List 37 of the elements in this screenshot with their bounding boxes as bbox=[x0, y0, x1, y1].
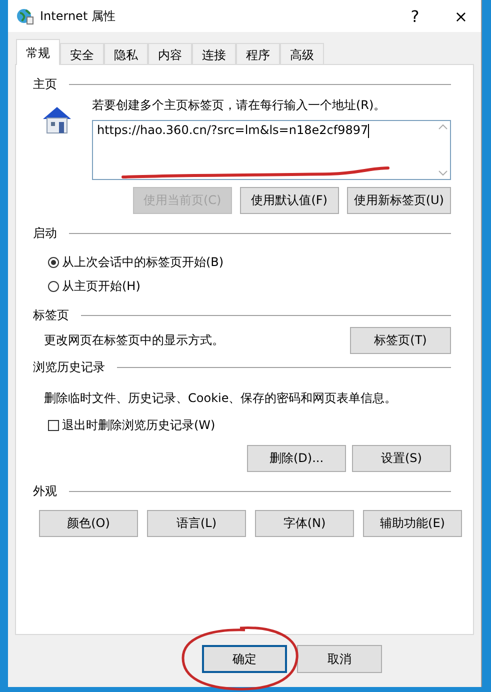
section-heading: 浏览历史记录 bbox=[33, 358, 105, 376]
section-heading: 标签页 bbox=[33, 306, 69, 324]
home-page-button[interactable]: 使用默认值(F) bbox=[240, 187, 339, 214]
startup-radio[interactable]: 从主页开始(H) bbox=[33, 274, 146, 298]
tab[interactable]: 连接 bbox=[192, 43, 236, 65]
instruction-text: 若要创建多个主页标签页，请在每行输入一个地址(R)。 bbox=[92, 97, 387, 114]
url-field[interactable]: https://hao.360.cn/?src=lm&ls=n18e2cf9897 bbox=[92, 120, 451, 180]
scroll-up-icon bbox=[438, 123, 448, 130]
description-text: 更改网页在标签页中的显示方式。 bbox=[44, 332, 224, 349]
tab[interactable]: 内容 bbox=[148, 43, 192, 65]
dialog-button[interactable]: 取消 bbox=[297, 645, 382, 673]
appearance-button[interactable]: 颜色(O) bbox=[39, 510, 138, 537]
tab[interactable]: 隐私 bbox=[104, 43, 148, 65]
section-heading: 启动 bbox=[33, 224, 57, 242]
tab[interactable]: 高级 bbox=[280, 43, 324, 65]
section-heading: 主页 bbox=[33, 76, 57, 92]
home-page-button[interactable]: 使用新标签页(U) bbox=[346, 187, 451, 214]
dialog-button[interactable]: 确定 bbox=[202, 645, 287, 673]
delete-on-exit-checkbox[interactable]: 退出时删除浏览历史记录(W) bbox=[33, 415, 222, 435]
appearance-button[interactable]: 辅助功能(E) bbox=[363, 510, 462, 537]
tab[interactable]: 程序 bbox=[236, 43, 280, 65]
startup-radio[interactable]: 从上次会话中的标签页开始(B) bbox=[33, 250, 230, 274]
section-heading: 外观 bbox=[33, 482, 57, 500]
close-button[interactable]: × bbox=[441, 2, 481, 30]
appearance-button[interactable]: 语言(L) bbox=[147, 510, 246, 537]
help-button[interactable]: ? bbox=[395, 2, 435, 30]
scroll-down-icon bbox=[438, 170, 448, 177]
tab[interactable]: 安全 bbox=[60, 43, 104, 65]
history-button[interactable]: 设置(S) bbox=[352, 445, 451, 472]
url-text: https://hao.360.cn/?src=lm&ls=n18e2cf9897 bbox=[97, 123, 368, 137]
tab[interactable]: 常规 bbox=[16, 39, 60, 65]
history-button[interactable]: 删除(D)... bbox=[247, 445, 346, 472]
appearance-button[interactable]: 字体(N) bbox=[255, 510, 354, 537]
description-text: 删除临时文件、历史记录、Cookie、保存的密码和网页表单信息。 bbox=[43, 390, 398, 407]
window-title: Internet 属性 bbox=[40, 8, 116, 24]
globe-icon bbox=[16, 7, 34, 25]
tabs-settings-button[interactable]: 标签页(T) bbox=[350, 327, 451, 354]
